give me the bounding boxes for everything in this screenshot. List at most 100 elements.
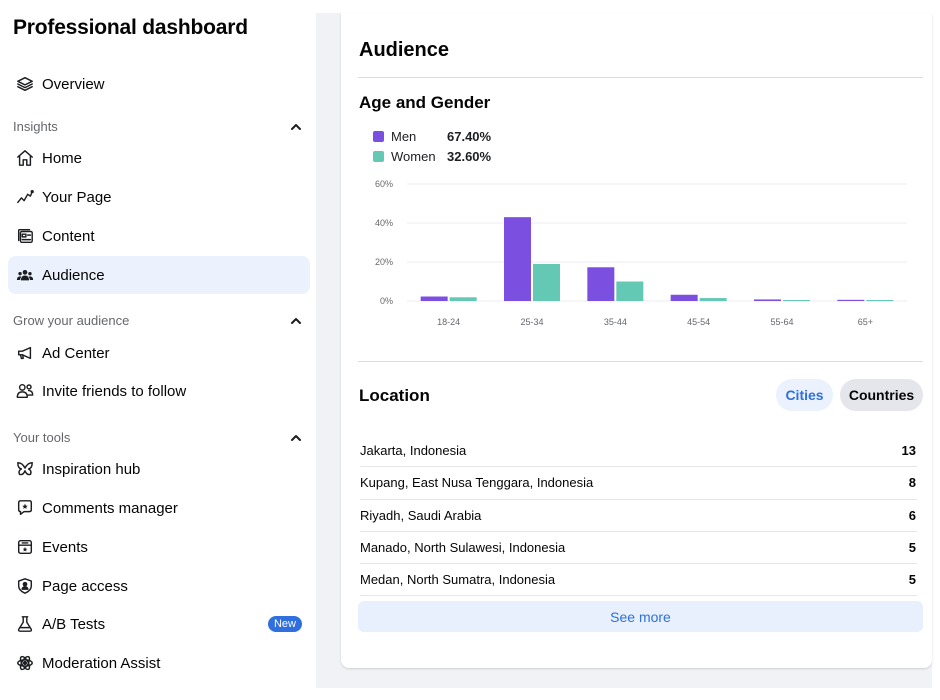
sidebar-item-label: Inspiration hub: [42, 460, 141, 478]
location-row: Jakarta, Indonesia 13: [360, 435, 917, 468]
y-tick-label: 20%: [375, 257, 393, 267]
sidebar-item-page-access[interactable]: Page access: [8, 567, 310, 605]
bar-men: [504, 217, 531, 301]
x-tick-label: 18-24: [437, 317, 460, 327]
page-title: Audience: [359, 39, 450, 61]
sidebar-item-label: Your Page: [42, 188, 112, 206]
invite-friends-icon: [14, 380, 36, 402]
sidebar-item-ad-center[interactable]: Ad Center: [8, 334, 310, 372]
legend-swatch-women: [373, 150, 384, 162]
countries-tab[interactable]: Countries: [840, 379, 923, 411]
comment-star-icon: [14, 497, 36, 519]
x-tick-label: 55-64: [770, 317, 793, 327]
sidebar-item-moderation-assist[interactable]: Moderation Assist: [8, 644, 310, 682]
location-row: Kupang, East Nusa Tenggara, Indonesia 8: [360, 467, 917, 500]
chart-legend: Men 67.40% Women 32.60%: [373, 126, 491, 166]
bar-women: [533, 263, 560, 301]
divider: [358, 361, 923, 362]
location-count: 8: [908, 475, 916, 491]
location-count: 6: [908, 507, 916, 523]
legend-swatch-men: [373, 130, 384, 142]
sidebar-item-overview[interactable]: Overview: [8, 65, 310, 103]
sidebar-item-label: Moderation Assist: [42, 654, 161, 672]
section-header-tools: Your tools: [13, 427, 303, 447]
y-tick-label: 60%: [375, 179, 393, 189]
section-label: Your tools: [13, 429, 71, 445]
sidebar-item-label: Overview: [42, 75, 105, 93]
butterfly-icon: [14, 458, 36, 480]
location-row: Medan, North Sumatra, Indonesia 5: [360, 564, 917, 597]
sidebar-item-label: Invite friends to follow: [42, 382, 187, 400]
age-gender-chart: 0% 20% 40% 60% 18-24 25-34 35-44 45-54 55-64 65+: [375, 179, 907, 327]
y-tick-label: 40%: [375, 218, 393, 228]
sidebar-item-label: Events: [42, 538, 88, 556]
sidebar-item-invite-friends[interactable]: Invite friends to follow: [8, 372, 310, 410]
people-icon: [14, 264, 36, 286]
location-list: Jakarta, Indonesia 13 Kupang, East Nusa …: [360, 435, 917, 597]
chevron-up-icon[interactable]: [289, 313, 303, 327]
layers-icon: [14, 73, 36, 95]
bar-women: [699, 298, 727, 301]
sidebar-item-inspiration-hub[interactable]: Inspiration hub: [8, 450, 310, 488]
atom-gear-icon: [14, 652, 36, 674]
sidebar-title: Professional dashboard: [13, 16, 248, 39]
y-tick-label: 0%: [380, 296, 393, 306]
location-count: 13: [901, 443, 916, 459]
x-tick-label: 65+: [858, 317, 873, 327]
bar-men: [837, 299, 865, 301]
sidebar-item-your-page[interactable]: Your Page: [8, 178, 310, 216]
x-tick-label: 35-44: [604, 317, 627, 327]
location-count: 5: [908, 540, 916, 556]
chevron-up-icon[interactable]: [289, 119, 303, 133]
bar-men: [587, 267, 615, 301]
section-label: Grow your audience: [13, 312, 130, 328]
location-row: Riyadh, Saudi Arabia 6: [360, 500, 917, 532]
location-name: Jakarta, Indonesia: [360, 443, 467, 459]
legend-item-men: Men 67.40%: [373, 126, 491, 146]
bar-women: [616, 281, 644, 301]
location-count: 5: [908, 572, 916, 588]
megaphone-icon: [14, 342, 36, 364]
location-name: Kupang, East Nusa Tenggara, Indonesia: [360, 475, 594, 491]
bar-men: [754, 299, 781, 301]
sidebar-item-label: Comments manager: [42, 499, 178, 517]
see-more-button[interactable]: See more: [358, 601, 923, 632]
age-gender-title: Age and Gender: [359, 93, 491, 112]
bar-men: [420, 296, 448, 301]
calendar-star-icon: [14, 536, 36, 558]
location-row: Manado, North Sulawesi, Indonesia 5: [360, 532, 917, 565]
location-title: Location: [359, 386, 430, 405]
sidebar-item-label: Ad Center: [42, 344, 110, 362]
sidebar-item-content[interactable]: Content: [8, 217, 310, 255]
sidebar-item-label: Content: [42, 227, 95, 245]
chevron-up-icon[interactable]: [289, 430, 303, 444]
legend-value: 67.40%: [447, 128, 492, 144]
content-icon: [14, 225, 36, 247]
section-header-insights: Insights: [13, 116, 303, 136]
location-name: Riyadh, Saudi Arabia: [360, 507, 482, 523]
sidebar-item-events[interactable]: Events: [8, 528, 310, 566]
location-name: Manado, North Sulawesi, Indonesia: [360, 540, 566, 556]
divider: [358, 77, 923, 78]
cities-tab[interactable]: Cities: [776, 379, 833, 411]
sidebar: Professional dashboard Overview Insights…: [0, 0, 316, 700]
location-name: Medan, North Sumatra, Indonesia: [360, 572, 556, 588]
legend-value: 32.60%: [447, 148, 492, 164]
section-header-grow: Grow your audience: [13, 310, 303, 330]
bar-women: [449, 297, 477, 301]
new-badge: New: [267, 616, 302, 632]
sidebar-item-comments-manager[interactable]: Comments manager: [8, 489, 310, 527]
legend-item-women: Women 32.60%: [373, 146, 491, 166]
sidebar-item-label: Audience: [42, 266, 105, 284]
sidebar-item-home[interactable]: Home: [8, 139, 310, 177]
sidebar-item-label: A/B Tests: [42, 615, 106, 633]
sidebar-item-ab-tests[interactable]: A/B Tests New: [8, 605, 310, 643]
bar-men: [670, 294, 698, 301]
shield-person-icon: [14, 575, 36, 597]
sidebar-item-audience[interactable]: Audience: [8, 256, 310, 294]
sidebar-item-label: Page access: [42, 577, 128, 595]
sidebar-item-label: Home: [42, 149, 83, 167]
bar-women: [783, 300, 810, 301]
line-chart-icon: [14, 186, 36, 208]
x-tick-label: 25-34: [520, 317, 543, 327]
